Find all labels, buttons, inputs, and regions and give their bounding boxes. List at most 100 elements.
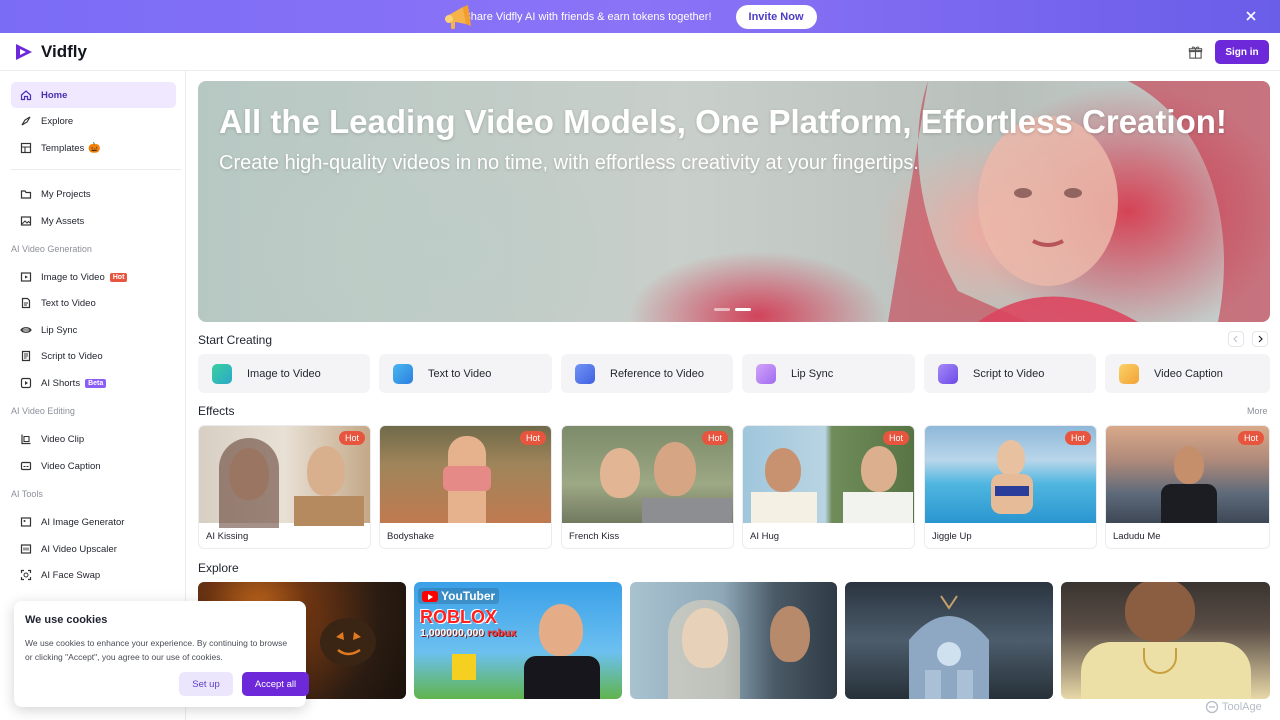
sidebar-item-label: Lip Sync bbox=[41, 324, 78, 336]
effect-thumbnail: Hot bbox=[743, 426, 914, 523]
sidebar-item-templates[interactable]: Templates 🎃 bbox=[11, 135, 176, 161]
create-card-label: Lip Sync bbox=[791, 367, 834, 380]
effect-label: French Kiss bbox=[569, 531, 620, 542]
effect-card-french-kiss[interactable]: Hot French Kiss bbox=[561, 425, 734, 549]
sidebar-item-lip-sync[interactable]: Lip Sync bbox=[11, 317, 176, 343]
sidebar-item-my-projects[interactable]: My Projects bbox=[11, 181, 176, 207]
effect-card-ladudu-me[interactable]: Hot Ladudu Me bbox=[1105, 425, 1270, 549]
close-icon[interactable] bbox=[1244, 9, 1258, 23]
sidebar-item-home[interactable]: Home bbox=[11, 82, 176, 108]
create-card-lip-sync[interactable]: Lip Sync bbox=[742, 354, 915, 393]
create-card-text-to-video[interactable]: Text to Video bbox=[379, 354, 552, 393]
sidebar-item-script-to-video[interactable]: Script to Video bbox=[11, 343, 176, 369]
sidebar-item-label: AI Image Generator bbox=[41, 516, 125, 528]
effect-thumbnail: Hot bbox=[380, 426, 551, 523]
sidebar-item-ai-face-swap[interactable]: AI Face Swap bbox=[11, 562, 176, 588]
face-shape bbox=[997, 440, 1025, 476]
shirt-shape bbox=[751, 492, 817, 523]
cookie-accept-button[interactable]: Accept all bbox=[242, 672, 309, 696]
effect-card-ai-hug[interactable]: Hot AI Hug bbox=[742, 425, 915, 549]
carousel-dot[interactable] bbox=[714, 308, 730, 311]
invite-now-button[interactable]: Invite Now bbox=[735, 4, 817, 29]
sidebar-item-label: My Assets bbox=[41, 215, 85, 227]
youtube-play-icon bbox=[422, 590, 438, 602]
effect-card-ai-kissing[interactable]: Hot AI Kissing bbox=[198, 425, 371, 549]
sidebar-item-my-assets[interactable]: My Assets bbox=[11, 208, 176, 234]
home-icon bbox=[20, 90, 32, 101]
sidebar-item-ai-shorts[interactable]: AI Shorts Beta bbox=[11, 370, 176, 396]
sidebar-item-label: My Projects bbox=[41, 188, 91, 200]
sidebar-item-label: Explore bbox=[41, 115, 74, 127]
swimsuit-shape bbox=[995, 486, 1029, 496]
section-label-ai-video-editing: AI Video Editing bbox=[11, 406, 75, 416]
cookie-setup-button[interactable]: Set up bbox=[179, 672, 233, 696]
effect-card-bodyshake[interactable]: Hot Bodyshake bbox=[379, 425, 552, 549]
sidebar-item-label: Templates bbox=[41, 142, 85, 154]
effect-thumbnail: Hot bbox=[925, 426, 1096, 523]
image-to-video-icon bbox=[212, 363, 232, 384]
cookie-title: We use cookies bbox=[25, 614, 108, 626]
sidebar-item-video-caption[interactable]: Video Caption bbox=[11, 453, 176, 479]
sidebar-item-ai-video-upscaler[interactable]: AI Video Upscaler bbox=[11, 536, 176, 562]
chevron-left-icon bbox=[1233, 335, 1238, 343]
brand-logo[interactable]: Vidfly bbox=[14, 42, 87, 62]
vidfly-logo-icon bbox=[16, 44, 32, 60]
shirt-shape bbox=[1161, 484, 1217, 523]
create-card-image-to-video[interactable]: Image to Video bbox=[198, 354, 370, 393]
hot-tag: Hot bbox=[519, 431, 546, 445]
gift-icon[interactable] bbox=[1188, 45, 1203, 60]
sidebar-item-video-clip[interactable]: Video Clip bbox=[11, 426, 176, 452]
start-creating-title: Start Creating bbox=[198, 333, 273, 347]
explore-card-cathedral[interactable] bbox=[845, 582, 1053, 699]
robux-amount: 1,000000,000 bbox=[420, 627, 485, 639]
create-card-video-caption[interactable]: Video Caption bbox=[1105, 354, 1270, 393]
roblox-text: ROBLOX bbox=[420, 607, 498, 627]
sign-in-button[interactable]: Sign in bbox=[1215, 40, 1269, 64]
robux-amount-line: 1,000000,000 robux bbox=[420, 627, 516, 639]
hot-tag: Hot bbox=[701, 431, 728, 445]
promo-banner: Share Vidfly AI with friends & earn toke… bbox=[0, 0, 1280, 33]
roblox-character bbox=[452, 654, 476, 680]
sidebar-item-label: Script to Video bbox=[41, 350, 103, 362]
carousel-dot-active[interactable] bbox=[735, 308, 751, 311]
sidebar-item-explore[interactable]: Explore bbox=[11, 108, 176, 134]
shirt-shape bbox=[843, 492, 913, 523]
upscaler-icon bbox=[20, 544, 32, 554]
sidebar-item-label: Video Clip bbox=[41, 433, 85, 445]
effect-card-jiggle-up[interactable]: Hot Jiggle Up bbox=[924, 425, 1097, 549]
sidebar-item-image-to-video[interactable]: Image to Video Hot bbox=[11, 264, 176, 290]
explore-title: Explore bbox=[198, 561, 239, 575]
hero-title: All the Leading Video Models, One Platfo… bbox=[219, 103, 1227, 140]
create-card-label: Text to Video bbox=[428, 367, 492, 380]
shirt-shape bbox=[642, 498, 732, 523]
sidebar-item-text-to-video[interactable]: Text to Video bbox=[11, 290, 176, 316]
effect-thumbnail: Hot bbox=[199, 426, 370, 528]
effect-label: AI Kissing bbox=[206, 531, 249, 542]
create-card-script-to-video[interactable]: Script to Video bbox=[924, 354, 1096, 393]
sidebar-item-label: Text to Video bbox=[41, 297, 96, 309]
shirt-shape bbox=[524, 656, 600, 699]
carousel-next-button[interactable] bbox=[1252, 331, 1268, 347]
explore-card-youtuber-roblox[interactable]: YouTuber ROBLOX 1,000000,000 robux bbox=[414, 582, 622, 699]
more-link[interactable]: More bbox=[1247, 406, 1268, 416]
cathedral-art bbox=[909, 595, 989, 699]
explore-card-portrait[interactable] bbox=[1061, 582, 1270, 699]
carousel-dots bbox=[714, 308, 751, 311]
effect-label: Ladudu Me bbox=[1113, 531, 1161, 542]
effects-title: Effects bbox=[198, 404, 235, 418]
youtube-logo: YouTuber bbox=[418, 588, 500, 604]
carousel-prev-button[interactable] bbox=[1228, 331, 1244, 347]
hot-tag: Hot bbox=[338, 431, 365, 445]
create-card-reference-to-video[interactable]: Reference to Video bbox=[561, 354, 733, 393]
script-to-video-icon bbox=[938, 363, 958, 384]
compass-icon bbox=[21, 116, 31, 126]
hot-badge: Hot bbox=[109, 272, 128, 282]
script-icon bbox=[21, 350, 31, 362]
explore-card-movie-scene[interactable] bbox=[630, 582, 837, 699]
template-icon bbox=[20, 142, 32, 154]
face-shape bbox=[770, 606, 810, 662]
hero-banner[interactable]: All the Leading Video Models, One Platfo… bbox=[198, 81, 1270, 322]
lip-sync-icon bbox=[756, 363, 776, 384]
sidebar-item-label: Image to Video bbox=[41, 271, 105, 283]
sidebar-item-ai-image-generator[interactable]: AI Image Generator bbox=[11, 509, 176, 535]
